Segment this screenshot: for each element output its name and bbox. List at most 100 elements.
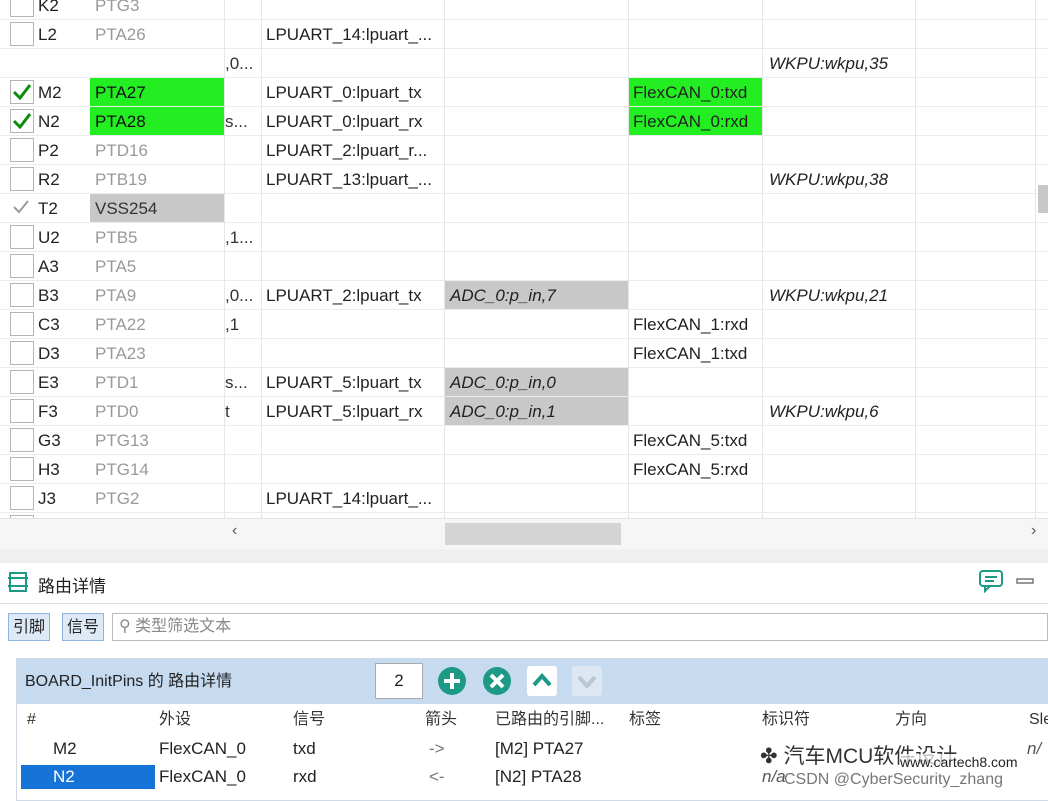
minimize-icon[interactable] <box>1016 574 1034 594</box>
flexcan-cell[interactable]: FlexCAN_1:txd <box>629 339 762 368</box>
wkpu-cell[interactable] <box>765 107 915 136</box>
flexcan-cell[interactable]: FlexCAN_5:txd <box>629 426 762 455</box>
lpuart-cell[interactable]: LPUART_13:lpuart_... <box>262 165 444 194</box>
route-signal-cell[interactable]: rxd <box>293 763 317 791</box>
pin-id-cell[interactable]: C3 <box>38 310 90 339</box>
table-row[interactable]: L2 PTA26 LPUART_14:lpuart_... <box>0 20 1048 49</box>
table-row[interactable]: P2 PTD16 LPUART_2:lpuart_r... <box>0 136 1048 165</box>
column-header[interactable]: Sle <box>1029 707 1048 733</box>
pin-id-cell[interactable]: B3 <box>38 281 90 310</box>
wkpu-cell[interactable] <box>765 252 915 281</box>
pin-id-cell[interactable]: E3 <box>38 368 90 397</box>
function-cell[interactable] <box>225 78 261 107</box>
pin-id-cell[interactable]: P2 <box>38 136 90 165</box>
wkpu-cell[interactable] <box>765 455 915 484</box>
signal-name-cell[interactable]: PTB5 <box>90 223 224 252</box>
table-row[interactable]: A3 PTA5 <box>0 252 1048 281</box>
flexcan-cell[interactable]: FlexCAN_0:txd <box>629 78 762 107</box>
wkpu-cell[interactable] <box>765 78 915 107</box>
flexcan-cell[interactable] <box>629 49 762 78</box>
lpuart-cell[interactable]: LPUART_2:lpuart_tx <box>262 281 444 310</box>
signal-name-cell[interactable]: PTA26 <box>90 20 224 49</box>
adc-cell[interactable] <box>445 194 628 223</box>
pin-checkbox[interactable] <box>10 109 34 133</box>
function-cell[interactable]: ,1 <box>225 310 261 339</box>
flexcan-cell[interactable]: FlexCAN_1:rxd <box>629 310 762 339</box>
wkpu-cell[interactable] <box>765 426 915 455</box>
adc-cell[interactable]: ADC_0:p_in,1 <box>445 397 628 426</box>
pin-id-cell[interactable]: N2 <box>38 107 90 136</box>
function-cell[interactable] <box>225 484 261 513</box>
wkpu-cell[interactable] <box>765 20 915 49</box>
signal-name-cell[interactable]: PTA5 <box>90 252 224 281</box>
flexcan-cell[interactable] <box>629 20 762 49</box>
flexcan-cell[interactable] <box>629 223 762 252</box>
column-header[interactable]: 箭头 <box>425 707 457 733</box>
function-cell[interactable]: ,1... <box>225 223 261 252</box>
pin-id-cell[interactable]: R2 <box>38 165 90 194</box>
flexcan-cell[interactable] <box>629 368 762 397</box>
signal-name-cell[interactable]: PTA27 <box>90 78 224 107</box>
adc-cell[interactable] <box>445 165 628 194</box>
wkpu-cell[interactable]: WKPU:wkpu,21 <box>765 281 915 310</box>
table-row[interactable]: G3 PTG13 FlexCAN_5:txd <box>0 426 1048 455</box>
signal-name-cell[interactable]: PTA23 <box>90 339 224 368</box>
table-row[interactable]: ,0... WKPU:wkpu,35 <box>0 49 1048 78</box>
function-cell[interactable]: ,0... <box>225 49 261 78</box>
pin-checkbox[interactable] <box>10 370 34 394</box>
function-cell[interactable] <box>225 0 261 20</box>
flexcan-cell[interactable] <box>629 165 762 194</box>
adc-cell[interactable] <box>445 49 628 78</box>
table-row[interactable]: F3 PTD0 t LPUART_5:lpuart_rx ADC_0:p_in,1 WKP… <box>0 397 1048 426</box>
column-header[interactable]: 标识符 <box>762 707 810 733</box>
adc-cell[interactable] <box>445 78 628 107</box>
table-row[interactable]: C3 PTA22,1 FlexCAN_1:rxd <box>0 310 1048 339</box>
horizontal-scrollbar[interactable]: ‹ › <box>0 518 1048 549</box>
route-pin-cell[interactable]: M2 <box>53 735 77 763</box>
lpuart-cell[interactable]: LPUART_0:lpuart_tx <box>262 78 444 107</box>
function-cell[interactable] <box>225 165 261 194</box>
table-row[interactable]: H3 PTG14 FlexCAN_5:rxd <box>0 455 1048 484</box>
flexcan-cell[interactable]: FlexCAN_0:rxd <box>629 107 762 136</box>
table-row[interactable]: D3 PTA23 FlexCAN_1:txd <box>0 339 1048 368</box>
pin-checkbox[interactable] <box>10 428 34 452</box>
adc-cell[interactable] <box>445 20 628 49</box>
direction-cell[interactable]: n/ <box>1027 735 1041 763</box>
flexcan-cell[interactable] <box>629 136 762 165</box>
filter-signals-button[interactable]: 信号 <box>62 613 105 641</box>
pin-id-cell[interactable]: L2 <box>38 20 90 49</box>
adc-cell[interactable] <box>445 426 628 455</box>
table-row[interactable]: N2 PTA28 s... LPUART_0:lpuart_rx FlexCAN_0:r… <box>0 107 1048 136</box>
signal-name-cell[interactable]: PTG3 <box>90 0 224 20</box>
pin-checkbox[interactable] <box>10 457 34 481</box>
function-cell[interactable] <box>225 136 261 165</box>
direction-arrow-cell[interactable]: <- <box>429 763 445 791</box>
remove-route-button[interactable] <box>480 664 514 698</box>
table-row[interactable]: M2 PTA27 LPUART_0:lpuart_tx FlexCAN_0:txd <box>0 78 1048 107</box>
wkpu-cell[interactable] <box>765 0 915 20</box>
panel-separator[interactable] <box>0 549 1048 563</box>
pin-checkbox[interactable] <box>10 196 34 220</box>
lpuart-cell[interactable]: LPUART_14:lpuart_... <box>262 484 444 513</box>
column-header[interactable]: 方向 <box>895 707 927 733</box>
lpuart-cell[interactable] <box>262 455 444 484</box>
pin-id-cell[interactable]: U2 <box>38 223 90 252</box>
pin-id-cell[interactable]: G3 <box>38 426 90 455</box>
wkpu-cell[interactable] <box>765 310 915 339</box>
table-row[interactable]: R2 PTB19 LPUART_13:lpuart_... WKPU:wkpu,38 <box>0 165 1048 194</box>
pin-id-cell[interactable]: T2 <box>38 194 90 223</box>
move-down-button[interactable] <box>570 664 604 698</box>
peripheral-cell[interactable]: FlexCAN_0 <box>159 763 246 791</box>
wkpu-cell[interactable] <box>765 484 915 513</box>
function-cell[interactable] <box>225 20 261 49</box>
pin-checkbox[interactable] <box>10 341 34 365</box>
table-row[interactable]: T2 VSS254 <box>0 194 1048 223</box>
pin-checkbox[interactable] <box>10 0 34 17</box>
route-pin-cell[interactable]: N2 <box>53 763 75 791</box>
adc-cell[interactable] <box>445 310 628 339</box>
flexcan-cell[interactable] <box>629 397 762 426</box>
pin-id-cell[interactable]: D3 <box>38 339 90 368</box>
column-header[interactable]: 信号 <box>293 707 325 733</box>
adc-cell[interactable] <box>445 252 628 281</box>
routed-pin-cell[interactable]: [M2] PTA27 <box>495 735 584 763</box>
